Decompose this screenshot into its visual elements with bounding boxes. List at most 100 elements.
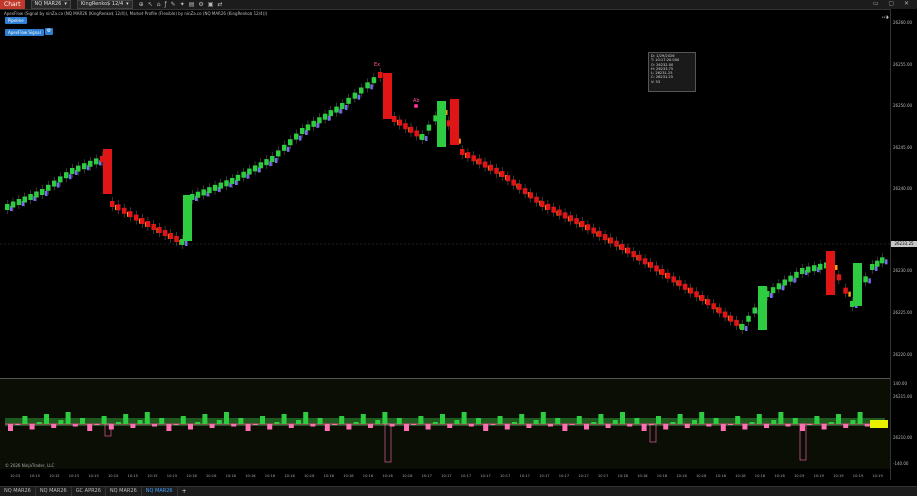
renko-brick bbox=[580, 221, 585, 227]
renko-brick bbox=[52, 180, 57, 187]
price-tick: 26250.00 bbox=[893, 103, 913, 108]
renko-brick bbox=[270, 156, 275, 162]
renko-brick bbox=[477, 158, 482, 165]
indicator-pane[interactable] bbox=[0, 378, 890, 469]
indicator-bar bbox=[778, 412, 784, 424]
trade-icon[interactable]: ⇄ bbox=[217, 1, 222, 8]
indicator-bar bbox=[864, 424, 870, 427]
renko-brick bbox=[392, 116, 397, 122]
indicator-bar bbox=[562, 424, 568, 431]
indicator-bar bbox=[130, 424, 136, 428]
indicator-bar bbox=[756, 414, 762, 424]
renko-brick bbox=[880, 257, 885, 264]
indicator-bar bbox=[216, 420, 222, 424]
renko-brick bbox=[522, 188, 528, 195]
price-tick: 26245.00 bbox=[893, 145, 913, 150]
home-icon[interactable]: ⌂ bbox=[157, 1, 161, 8]
indicator-bar bbox=[821, 424, 827, 430]
large-brick bbox=[853, 263, 862, 306]
instrument-selector[interactable]: NQ MAR26 ▾ bbox=[30, 0, 71, 9]
indicator-bar bbox=[461, 412, 467, 424]
indicator-bar bbox=[850, 420, 856, 424]
bar-type-label: KingRenko$ 12/4 bbox=[80, 1, 124, 7]
template-icon[interactable]: ▤ bbox=[189, 1, 195, 8]
profile-marker bbox=[305, 130, 308, 135]
time-axis[interactable]: 10:15 10:15 10:15 10:15 10:15 10:15 10:15 10:15… bbox=[0, 474, 890, 482]
time-tick: 10:17 bbox=[558, 474, 570, 478]
renko-brick bbox=[700, 295, 705, 301]
renko-brick bbox=[806, 266, 811, 273]
indicator-bar bbox=[332, 424, 337, 425]
indicator-bar bbox=[728, 424, 733, 425]
indicator-bar bbox=[159, 418, 165, 424]
price-chart[interactable]: Ex Ab bbox=[0, 9, 890, 377]
large-brick bbox=[437, 101, 446, 147]
window-controls[interactable]: ▭ ▢ ✕ bbox=[873, 0, 913, 7]
renko-brick bbox=[705, 299, 711, 306]
indicator-bar bbox=[303, 412, 309, 424]
time-tick: 10:16 bbox=[323, 474, 334, 478]
data-box: D: 1/29/2026 T: 10:17:20.000 O: 26232.00… bbox=[648, 52, 696, 92]
indicator-outline-bar bbox=[649, 423, 657, 443]
renko-brick bbox=[76, 165, 81, 172]
indicator-bar bbox=[101, 416, 107, 424]
renko-brick bbox=[70, 168, 75, 174]
indicator-bar bbox=[800, 424, 805, 431]
indicator-bar bbox=[548, 424, 553, 427]
renko-brick bbox=[122, 207, 127, 214]
settings-icon[interactable]: ⚙ bbox=[198, 1, 203, 8]
renko-brick bbox=[863, 276, 868, 283]
indicator-bar bbox=[418, 416, 424, 424]
renko-brick bbox=[511, 179, 516, 186]
time-tick: 10:16 bbox=[186, 474, 197, 478]
renko-brick bbox=[794, 271, 799, 278]
renko-brick bbox=[168, 233, 174, 239]
large-brick bbox=[758, 286, 767, 330]
indicator-bar bbox=[245, 424, 251, 431]
profile-marker bbox=[745, 326, 748, 331]
profile-marker bbox=[185, 241, 188, 246]
indicator-bar bbox=[267, 424, 273, 430]
indicator-bar bbox=[641, 424, 647, 431]
time-tick: 10:16 bbox=[402, 474, 413, 478]
indicator-bar bbox=[389, 424, 395, 427]
pin-icon[interactable]: ✦ bbox=[180, 1, 185, 8]
indicator-bar bbox=[15, 424, 21, 425]
renko-brick bbox=[602, 234, 608, 241]
renko-brick bbox=[800, 268, 805, 274]
indicator-bar bbox=[857, 412, 863, 424]
candles-layer bbox=[0, 68, 890, 334]
renko-brick bbox=[28, 194, 33, 200]
pointer-icon[interactable]: ↖ bbox=[148, 1, 153, 8]
renko-brick bbox=[574, 218, 579, 225]
indicator-icon[interactable]: ƒ bbox=[165, 1, 167, 8]
indicator-bar bbox=[260, 416, 265, 424]
indicator-bar bbox=[346, 424, 352, 430]
profile-marker bbox=[345, 105, 348, 110]
indicator-bar bbox=[706, 424, 712, 427]
indicator-bar bbox=[749, 422, 755, 424]
renko-brick bbox=[843, 287, 848, 294]
indicator-bar bbox=[51, 424, 57, 428]
renko-brick bbox=[836, 274, 842, 281]
price-tick: 26255.00 bbox=[893, 62, 913, 67]
renko-brick bbox=[334, 106, 339, 113]
indicator-bar bbox=[382, 412, 388, 424]
renko-brick bbox=[665, 272, 671, 279]
price-axis[interactable]: 26260.00 26255.00 26250.00 26245.00 2624… bbox=[890, 9, 917, 480]
renko-brick bbox=[482, 161, 488, 168]
time-tick: 10:16 bbox=[343, 474, 354, 478]
indicator-bar bbox=[396, 418, 402, 424]
zoom-icon[interactable]: ⊕ bbox=[139, 1, 144, 8]
profile-marker bbox=[287, 146, 290, 152]
camera-icon[interactable]: ▣ bbox=[208, 1, 214, 8]
renko-brick bbox=[408, 126, 414, 133]
chart-title-tab[interactable]: Chart bbox=[0, 0, 25, 9]
indicator-bar bbox=[353, 422, 359, 424]
renko-brick bbox=[258, 162, 264, 169]
indicator-current-block bbox=[870, 420, 888, 428]
add-tab-button[interactable]: + bbox=[178, 488, 191, 495]
renko-brick bbox=[195, 191, 201, 198]
drawing-icon[interactable]: ✎ bbox=[171, 1, 176, 8]
bar-type-selector[interactable]: KingRenko$ 12/4 ▾ bbox=[76, 0, 133, 9]
